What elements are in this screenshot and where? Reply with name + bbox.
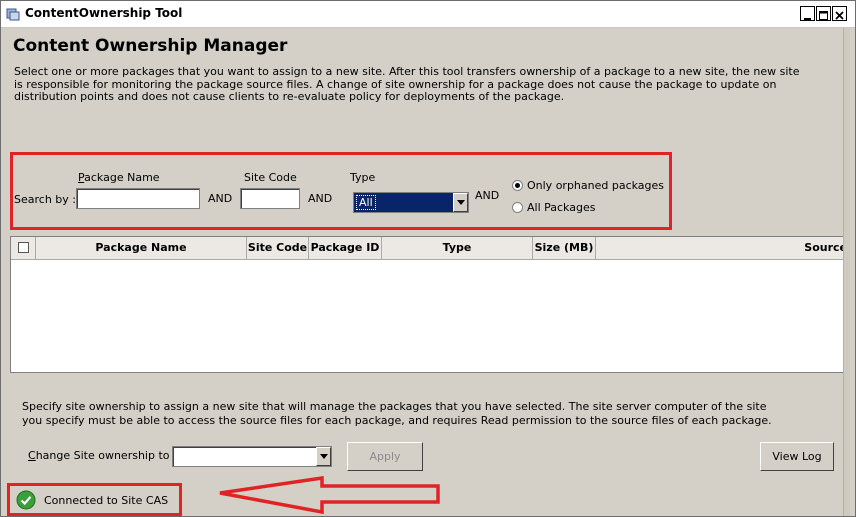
and-label: AND	[308, 192, 333, 205]
type-dropdown-button[interactable]	[453, 193, 468, 212]
package-name-input[interactable]	[76, 188, 200, 209]
column-package-name[interactable]: Package Name	[36, 237, 247, 259]
ownership-description: Specify site ownership to assign a new s…	[22, 400, 772, 427]
change-ownership-select[interactable]	[172, 446, 332, 467]
scrollbar-edge[interactable]	[843, 28, 850, 516]
minimize-icon	[804, 18, 811, 20]
site-code-input[interactable]	[240, 188, 300, 209]
apply-button[interactable]: Apply	[347, 442, 423, 471]
title-bar[interactable]: ContentOwnership Tool	[1, 1, 855, 28]
and-label: AND	[475, 189, 500, 202]
all-packages-radio[interactable]	[512, 202, 523, 213]
package-name-label: Package Name	[78, 171, 160, 184]
grid-header: Package Name Site Code Package ID Type S…	[11, 237, 847, 260]
window-title: ContentOwnership Tool	[25, 6, 183, 20]
search-panel: Search by : Package Name AND Site Code A…	[10, 152, 672, 230]
app-window: ContentOwnership Tool Content Ownership …	[0, 0, 856, 517]
check-circle-icon	[16, 490, 36, 510]
maximize-icon	[819, 11, 828, 20]
all-packages-label[interactable]: All Packages	[527, 201, 595, 214]
radio-selected-dot	[515, 183, 520, 188]
column-source[interactable]: Source	[596, 237, 847, 259]
close-icon	[835, 11, 844, 20]
only-orphaned-radio[interactable]	[512, 180, 523, 191]
view-log-button[interactable]: View Log	[760, 442, 834, 471]
status-text: Connected to Site CAS	[44, 494, 169, 507]
maximize-button[interactable]	[816, 6, 831, 21]
main-content: Content Ownership Manager Select one or …	[6, 28, 850, 516]
column-package-id[interactable]: Package ID	[309, 237, 382, 259]
only-orphaned-label[interactable]: Only orphaned packages	[527, 179, 664, 192]
column-size[interactable]: Size (MB)	[533, 237, 596, 259]
chevron-down-icon	[319, 454, 328, 459]
column-type[interactable]: Type	[382, 237, 533, 259]
column-site-code[interactable]: Site Code	[247, 237, 309, 259]
app-icon	[6, 8, 20, 21]
select-all-cell	[11, 237, 36, 259]
annotation-arrow-icon	[219, 476, 440, 515]
select-all-checkbox[interactable]	[18, 242, 29, 253]
page-title: Content Ownership Manager	[13, 36, 288, 56]
minimize-button[interactable]	[800, 6, 815, 21]
chevron-down-icon	[456, 200, 465, 205]
packages-grid[interactable]: Package Name Site Code Package ID Type S…	[10, 236, 848, 373]
type-select[interactable]: All	[353, 192, 469, 213]
status-highlight: Connected to Site CAS	[7, 483, 182, 516]
type-select-value: All	[356, 195, 376, 210]
change-ownership-label: Change Site ownership to	[28, 449, 170, 462]
search-by-label: Search by :	[14, 193, 76, 206]
type-label: Type	[350, 171, 376, 184]
page-description: Select one or more packages that you wan…	[14, 65, 800, 103]
and-label: AND	[208, 192, 233, 205]
site-code-label: Site Code	[244, 171, 297, 184]
close-button[interactable]	[832, 6, 847, 21]
ownership-dropdown-button[interactable]	[316, 447, 331, 466]
